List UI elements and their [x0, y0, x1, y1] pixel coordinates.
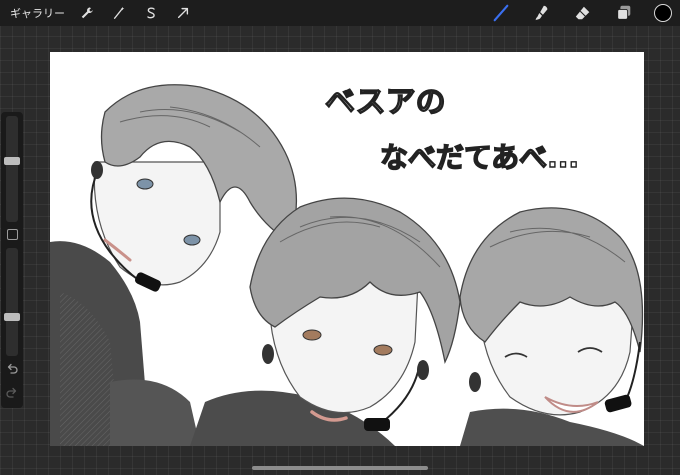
selection-s-icon [147, 7, 155, 19]
home-indicator [252, 466, 428, 470]
transform-arrow-icon [177, 7, 189, 19]
actions-button[interactable] [77, 3, 97, 23]
brush-icon [493, 4, 509, 22]
smudge-tool[interactable] [531, 3, 553, 23]
opacity-slider[interactable] [6, 248, 18, 356]
drawing-canvas[interactable]: ベスアの なべだてあべ... [50, 52, 644, 446]
artwork-illustration: ベスアの なべだてあべ... [50, 84, 644, 446]
adjustments-button[interactable] [109, 3, 129, 23]
redo-icon[interactable] [5, 386, 19, 400]
brush-size-knob[interactable] [4, 157, 20, 166]
magic-wand-icon [113, 6, 125, 19]
transform-button[interactable] [173, 3, 193, 23]
selection-button[interactable] [141, 3, 161, 23]
opacity-knob[interactable] [4, 313, 20, 321]
modify-button[interactable] [7, 229, 18, 240]
layers-tool[interactable] [613, 3, 635, 23]
undo-icon[interactable] [5, 362, 19, 376]
handwritten-text-line1: ベスアの [325, 85, 446, 120]
layers-icon [617, 5, 631, 20]
wrench-icon [81, 7, 93, 19]
top-toolbar: ギャラリー [0, 0, 680, 26]
smudge-icon [535, 5, 548, 21]
handwritten-text-line2: なべだてあべ... [380, 141, 579, 174]
color-picker-swatch[interactable] [654, 4, 672, 22]
brush-size-slider[interactable] [6, 116, 18, 222]
eraser-tool[interactable] [572, 3, 594, 23]
gallery-button[interactable]: ギャラリー [10, 5, 65, 21]
left-sidebar [1, 112, 23, 408]
brush-tool[interactable] [490, 3, 512, 23]
eraser-icon [575, 6, 590, 20]
right-tool-group [471, 3, 672, 23]
